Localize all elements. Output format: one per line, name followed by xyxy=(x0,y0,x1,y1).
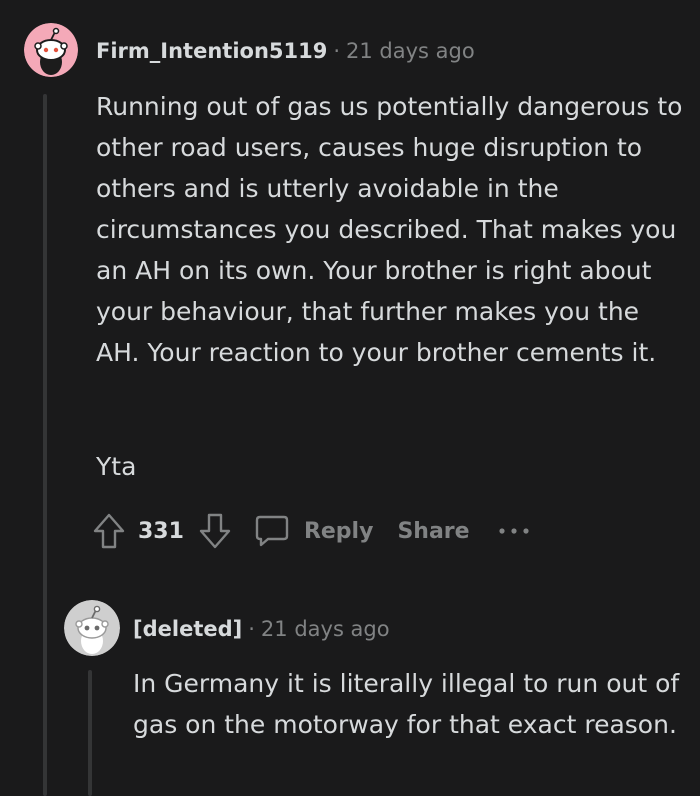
comment-header: [deleted] · 21 days ago xyxy=(133,616,390,642)
ellipsis-icon xyxy=(498,528,529,534)
reply-button[interactable]: Reply xyxy=(254,513,374,549)
comment-body: In Germany it is literally illegal to ru… xyxy=(133,669,680,739)
reply-label: Reply xyxy=(303,518,374,544)
separator-dot: · xyxy=(248,617,255,641)
thread-collapse-line[interactable] xyxy=(43,94,47,796)
more-options-button[interactable] xyxy=(498,526,530,536)
snoo-avatar-icon xyxy=(64,600,120,656)
username[interactable]: Firm_Intention5119 xyxy=(96,39,327,63)
comment-bubble-icon xyxy=(254,513,290,549)
comment-body: Running out of gas us potentially danger… xyxy=(96,92,683,367)
comment-header: Firm_Intention5119 · 21 days ago xyxy=(96,38,475,64)
comment-thread: Firm_Intention5119 · 21 days ago Running o… xyxy=(0,0,700,796)
snoo-avatar-icon xyxy=(24,23,78,77)
comment-actions: 331 Reply Share xyxy=(92,508,530,554)
timestamp[interactable]: 21 days ago xyxy=(261,617,390,641)
timestamp[interactable]: 21 days ago xyxy=(346,39,475,63)
avatar[interactable] xyxy=(64,600,120,656)
avatar[interactable] xyxy=(24,23,78,77)
username: [deleted] xyxy=(133,617,243,641)
vote-score: 331 xyxy=(138,518,184,544)
downvote-icon[interactable] xyxy=(198,512,232,550)
upvote-icon[interactable] xyxy=(92,512,126,550)
separator-dot: · xyxy=(333,39,341,63)
comment-body: Yta xyxy=(96,452,137,481)
share-button[interactable]: Share xyxy=(397,519,469,544)
thread-collapse-line[interactable] xyxy=(88,670,92,796)
